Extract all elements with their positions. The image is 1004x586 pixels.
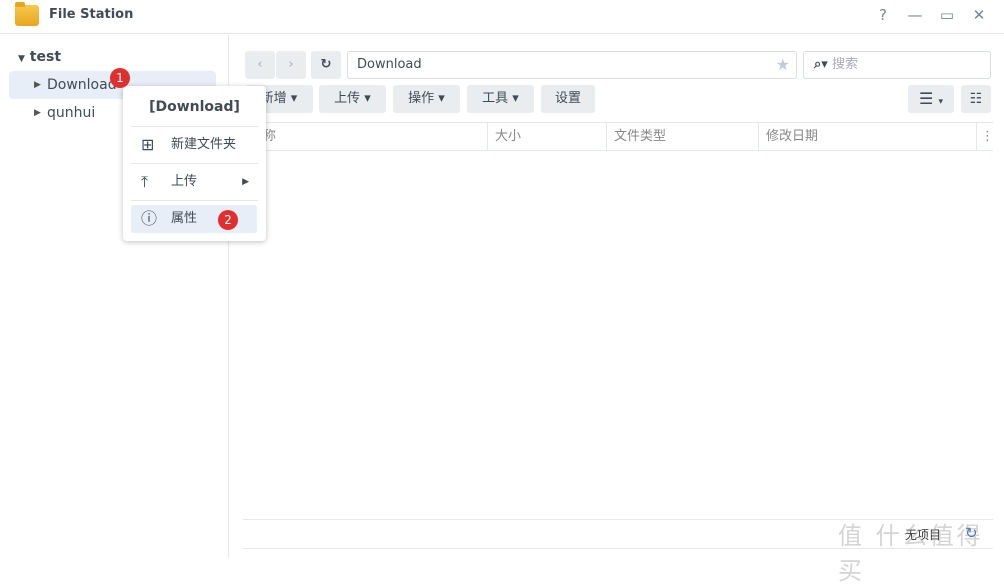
back-button[interactable]: ‹	[245, 51, 275, 79]
action-label: 操作	[408, 91, 435, 106]
view-mode-button[interactable]: ☰ ▾	[908, 85, 954, 113]
divider	[131, 126, 258, 127]
column-size[interactable]: 大小	[488, 122, 607, 151]
sort-button[interactable]: ☷	[961, 85, 991, 113]
tree-root-label: test	[29, 49, 62, 65]
menu-label: 上传	[171, 174, 198, 189]
path-field[interactable]: Download ★	[347, 51, 797, 79]
menu-title: [Download]	[149, 99, 240, 115]
close-icon[interactable]: ✕	[969, 6, 989, 24]
tools-label: 工具	[482, 91, 509, 106]
path-text: Download	[357, 57, 422, 72]
menu-item-new-folder[interactable]: ⊞ 新建文件夹	[131, 131, 257, 159]
settings-button[interactable]: 设置	[541, 85, 595, 113]
menu-item-upload[interactable]: ⤒ 上传 ▶	[131, 168, 257, 196]
search-icon[interactable]: ⌕▾	[814, 57, 828, 72]
upload-button[interactable]: 上传 ▾	[319, 85, 386, 113]
step-badge-1: 1	[110, 68, 130, 88]
file-station-folder-icon	[15, 2, 39, 26]
column-name[interactable]: 名称	[243, 122, 488, 151]
maximize-icon[interactable]: ▭	[937, 6, 957, 24]
forward-button[interactable]: ›	[276, 51, 306, 79]
info-icon: ⓘ	[141, 209, 158, 228]
upload-icon: ⤒	[141, 172, 149, 191]
divider	[131, 163, 258, 164]
tree-item-label: qunhui	[47, 105, 96, 121]
tree-root[interactable]: ▼ test	[18, 49, 61, 65]
search-input[interactable]: ⌕▾ 搜索	[803, 51, 991, 79]
app-title: File Station	[49, 7, 134, 22]
divider	[131, 200, 258, 201]
upload-label: 上传	[334, 91, 361, 106]
favorite-star-icon[interactable]: ★	[776, 52, 790, 78]
expand-icon[interactable]: ▶	[34, 99, 41, 127]
new-folder-icon: ⊞	[141, 135, 155, 154]
step-badge-2: 2	[218, 210, 238, 230]
minimize-icon[interactable]: —	[905, 6, 925, 24]
action-button[interactable]: 操作 ▾	[393, 85, 460, 113]
column-type[interactable]: 文件类型	[607, 122, 759, 151]
menu-label: 属性	[171, 211, 198, 226]
menu-label: 新建文件夹	[171, 137, 237, 152]
menu-item-properties[interactable]: ⓘ 属性 2	[131, 205, 257, 233]
column-options-icon[interactable]: ⋮	[977, 122, 994, 151]
help-icon[interactable]: ?	[873, 6, 893, 24]
column-modified[interactable]: 修改日期	[759, 122, 977, 151]
refresh-button[interactable]: ↻	[311, 51, 341, 79]
tree-item-label: Download	[47, 77, 117, 93]
watermark: 值 什么值得买	[838, 522, 984, 585]
search-placeholder: 搜索	[831, 57, 858, 72]
expand-icon[interactable]: ▶	[34, 71, 41, 99]
submenu-arrow-icon: ▶	[242, 177, 249, 187]
context-menu: [Download] ⊞ 新建文件夹 ⤒ 上传 ▶ ⓘ 属性 2	[123, 86, 266, 241]
tools-button[interactable]: 工具 ▾	[467, 85, 534, 113]
title-bar: File Station ? — ▭ ✕	[0, 0, 1004, 34]
